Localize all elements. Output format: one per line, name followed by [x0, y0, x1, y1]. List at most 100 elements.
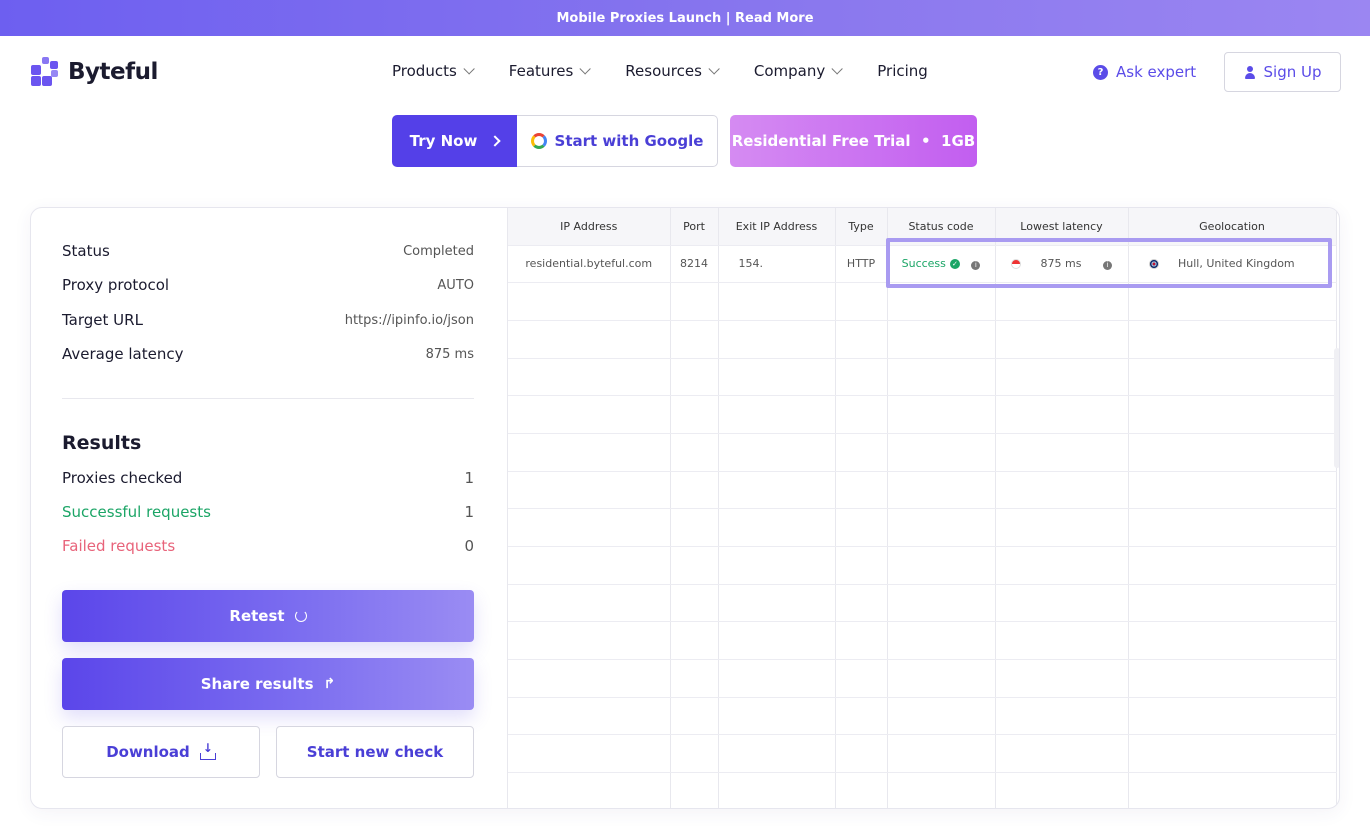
nav-label: Pricing — [877, 62, 928, 80]
info-icon[interactable]: i — [971, 260, 981, 270]
brand-name: Byteful — [68, 59, 158, 85]
empty-cell — [670, 395, 719, 434]
empty-cell — [718, 395, 836, 434]
try-now-button[interactable]: Try Now — [392, 115, 517, 167]
logo[interactable]: Byteful — [31, 57, 158, 87]
status-text: Success — [901, 257, 946, 271]
empty-cell — [995, 508, 1129, 547]
latency-value: 875 ms — [425, 346, 474, 362]
start-with-google-button[interactable]: Start with Google — [517, 115, 718, 167]
cell-type: HTTP — [835, 245, 888, 284]
failed-requests-label: Failed requests — [62, 537, 176, 555]
empty-cell — [670, 584, 719, 623]
target-url-value: https://ipinfo.io/json — [344, 312, 474, 328]
empty-cell — [887, 734, 996, 774]
empty-cell — [670, 471, 719, 510]
empty-cell — [887, 433, 996, 472]
failed-requests-value: 0 — [464, 537, 474, 555]
empty-cell — [718, 659, 836, 698]
protocol-value: AUTO — [437, 277, 474, 293]
empty-cell — [670, 508, 719, 547]
share-results-button[interactable]: Share results ↱ — [62, 658, 474, 710]
empty-cell — [508, 320, 671, 359]
empty-cell — [995, 358, 1129, 397]
nav-label: Company — [753, 62, 826, 80]
protocol-row: Proxy protocol AUTO — [62, 276, 474, 294]
download-button[interactable]: Download — [62, 726, 260, 778]
proxies-checked-row: Proxies checked 1 — [62, 469, 474, 487]
google-icon — [530, 133, 547, 149]
empty-cell — [508, 659, 671, 698]
empty-cell — [835, 433, 888, 472]
ask-expert-link[interactable]: ? Ask expert — [1093, 63, 1196, 81]
cell-port: 8214 — [670, 245, 719, 284]
target-url-label: Target URL — [62, 311, 143, 329]
uk-flag-icon — [1148, 259, 1159, 270]
empty-cell — [718, 546, 836, 585]
divider — [62, 398, 474, 399]
empty-cell — [995, 282, 1129, 321]
share-label: Share results — [200, 675, 314, 693]
empty-cell — [508, 358, 671, 397]
info-icon[interactable]: i — [1102, 260, 1112, 270]
col-exit-ip: Exit IP Address — [718, 208, 836, 246]
empty-cell — [1128, 471, 1337, 510]
table-scrollbar[interactable] — [1334, 348, 1339, 468]
empty-cell — [887, 471, 996, 510]
empty-cell — [835, 621, 888, 661]
cta-row: Try Now Start with Google Residential Fr… — [392, 115, 977, 167]
retest-button[interactable]: Retest — [62, 590, 474, 642]
successful-requests-label: Successful requests — [62, 503, 211, 521]
empty-cell — [508, 546, 671, 585]
empty-table-row — [508, 697, 1337, 736]
status-value: Completed — [403, 243, 474, 259]
empty-cell — [718, 320, 836, 359]
empty-cell — [835, 471, 888, 510]
empty-cell — [718, 471, 836, 510]
empty-cell — [1128, 584, 1337, 623]
nav-resources[interactable]: Resources — [625, 62, 720, 80]
announcement-banner[interactable]: Mobile Proxies Launch | Read More — [0, 0, 1370, 36]
flag-icon — [1011, 259, 1022, 270]
protocol-label: Proxy protocol — [62, 276, 170, 294]
cell-status: Success ✓ i — [887, 245, 996, 284]
cell-ip: residential.byteful.com — [508, 245, 671, 284]
empty-cell — [995, 772, 1129, 808]
empty-cell — [835, 659, 888, 698]
empty-table-row — [508, 471, 1337, 510]
empty-cell — [718, 508, 836, 547]
chevron-right-icon — [489, 135, 502, 147]
download-label: Download — [106, 743, 190, 761]
proxies-checked-label: Proxies checked — [62, 469, 183, 487]
empty-cell — [1128, 320, 1337, 359]
empty-cell — [835, 282, 888, 321]
empty-cell — [508, 395, 671, 434]
nav-features[interactable]: Features — [509, 62, 592, 80]
col-type: Type — [835, 208, 888, 246]
banner-text[interactable]: Mobile Proxies Launch | Read More — [556, 11, 813, 26]
header: Byteful Products Features Resources Comp… — [0, 36, 1370, 110]
main-nav: Products Features Resources Company Pric… — [392, 62, 966, 80]
nav-products[interactable]: Products — [392, 62, 475, 80]
proxy-check-card: Status Completed Proxy protocol AUTO Tar… — [30, 207, 1340, 809]
check-icon: ✓ — [949, 258, 960, 269]
empty-cell — [718, 697, 836, 736]
empty-cell — [995, 433, 1129, 472]
nav-company[interactable]: Company — [753, 62, 844, 80]
chevron-down-icon — [831, 63, 844, 75]
residential-free-trial-button[interactable]: Residential Free Trial • 1GB — [730, 115, 977, 167]
empty-cell — [887, 659, 996, 698]
empty-cell — [508, 621, 671, 661]
nav-pricing[interactable]: Pricing — [877, 62, 928, 80]
cell-exit-ip: 154. — [718, 245, 836, 284]
table-header-row: IP Address Port Exit IP Address Type Sta… — [508, 208, 1337, 246]
empty-cell — [670, 621, 719, 661]
start-new-check-button[interactable]: Start new check — [276, 726, 474, 778]
empty-cell — [1128, 697, 1337, 736]
empty-cell — [887, 358, 996, 397]
empty-table-row — [508, 395, 1337, 434]
empty-cell — [995, 659, 1129, 698]
empty-cell — [835, 508, 888, 547]
sign-up-button[interactable]: Sign Up — [1224, 52, 1341, 92]
empty-cell — [995, 471, 1129, 510]
